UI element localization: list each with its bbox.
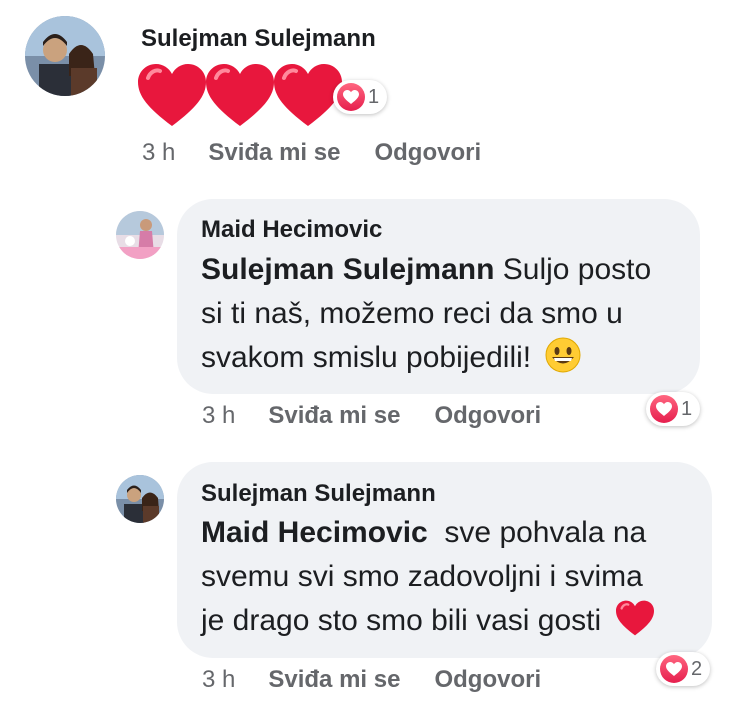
text-line: je drago sto smo bili vasi gosti: [201, 604, 602, 637]
heart-emoji-1: [138, 64, 206, 126]
comment-text: Maid Hecimovic sve pohvala na svemu svi …: [201, 511, 701, 649]
text-line: si ti naš, možemo reci da smo u: [201, 297, 623, 330]
hearts-content: [138, 64, 342, 130]
avatar[interactable]: [116, 475, 164, 523]
comment-author[interactable]: Sulejman Sulejmann: [201, 480, 436, 508]
reaction-count: 1: [681, 397, 693, 420]
heart-reaction-icon: [650, 395, 678, 423]
heart-reaction-icon: [660, 655, 688, 683]
mention-link[interactable]: Maid Hecimovic: [201, 516, 428, 549]
like-button[interactable]: Sviđa mi se: [208, 139, 340, 167]
comment-text: Sulejman Sulejmann Suljo posto si ti naš…: [201, 248, 681, 386]
timestamp[interactable]: 3 h: [202, 402, 235, 430]
mention-link[interactable]: Sulejman Sulejmann: [201, 253, 494, 286]
reaction-badge[interactable]: 1: [646, 392, 701, 426]
comment-author[interactable]: Maid Hecimovic: [201, 216, 382, 244]
text-line: svemu svi smo zadovoljni i svima: [201, 560, 643, 593]
reply-button[interactable]: Odgovori: [434, 666, 541, 694]
reaction-count: 1: [368, 85, 380, 108]
avatar[interactable]: [116, 211, 164, 259]
reaction-count: 2: [691, 657, 703, 680]
comment-actions: 3 h Sviđa mi se Odgovori: [142, 139, 481, 167]
text-line: sve pohvala na: [444, 516, 647, 549]
like-button[interactable]: Sviđa mi se: [268, 402, 400, 430]
comment-actions: 3 h Sviđa mi se Odgovori: [202, 402, 541, 430]
heart-emoji-3: [274, 64, 342, 126]
timestamp[interactable]: 3 h: [142, 139, 175, 167]
like-button[interactable]: Sviđa mi se: [268, 666, 400, 694]
avatar[interactable]: [25, 16, 105, 96]
grinning-face-emoji: [545, 337, 581, 386]
comment-actions: 3 h Sviđa mi se Odgovori: [202, 666, 541, 694]
reply-button[interactable]: Odgovori: [374, 139, 481, 167]
heart-emoji: [615, 600, 654, 649]
heart-emoji-2: [206, 64, 274, 126]
heart-reaction-icon: [337, 83, 365, 111]
comment-author[interactable]: Sulejman Sulejmann: [141, 25, 376, 53]
reaction-badge[interactable]: 2: [656, 652, 711, 686]
text-line: Suljo posto: [502, 253, 652, 286]
text-line: svakom smislu pobijedili!: [201, 341, 532, 374]
timestamp[interactable]: 3 h: [202, 666, 235, 694]
reaction-badge[interactable]: 1: [333, 80, 388, 114]
reply-button[interactable]: Odgovori: [434, 402, 541, 430]
